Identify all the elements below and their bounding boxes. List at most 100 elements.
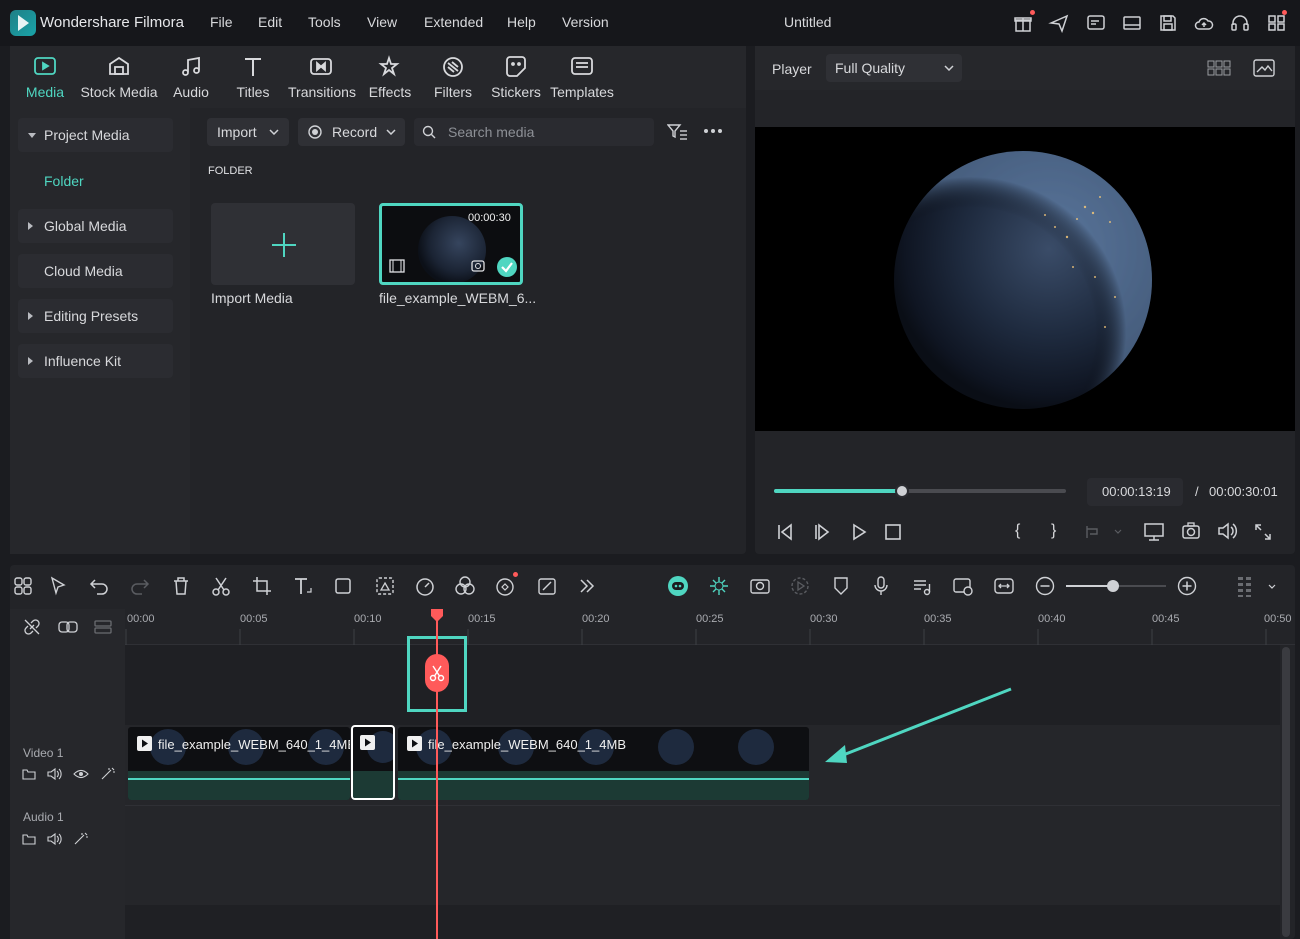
save-icon[interactable] <box>1157 12 1179 34</box>
next-frame-icon[interactable] <box>813 523 831 541</box>
send-icon[interactable] <box>1048 12 1070 34</box>
menu-tools[interactable]: Tools <box>308 14 341 30</box>
menu-extended[interactable]: Extended <box>424 14 483 30</box>
menu-edit[interactable]: Edit <box>258 14 282 30</box>
auto-highlight-icon[interactable] <box>708 575 730 597</box>
ai-audio-icon[interactable] <box>495 575 517 597</box>
layout-icon[interactable] <box>1121 12 1143 34</box>
zoom-in-icon[interactable] <box>1176 575 1198 597</box>
import-button[interactable]: Import <box>207 118 289 146</box>
select-cursor-icon[interactable] <box>48 575 70 597</box>
timeline-scrollbar-thumb[interactable] <box>1282 647 1290 937</box>
crop-icon[interactable] <box>251 575 273 597</box>
link-off-icon[interactable] <box>22 617 42 637</box>
undo-icon[interactable] <box>88 575 110 597</box>
gift-icon[interactable] <box>1012 12 1034 34</box>
playhead-handle[interactable] <box>430 609 444 623</box>
speaker-icon[interactable] <box>47 832 63 846</box>
text-tool-icon[interactable] <box>292 575 314 597</box>
track-manager-icon[interactable] <box>93 618 113 636</box>
speaker-icon[interactable] <box>47 767 63 781</box>
menu-file[interactable]: File <box>210 14 233 30</box>
record-button[interactable]: Record <box>298 118 405 146</box>
menu-view[interactable]: View <box>367 14 397 30</box>
delete-icon[interactable] <box>170 575 192 597</box>
mark-in-icon[interactable]: { <box>1015 522 1020 540</box>
video-clip-selected-segment[interactable] <box>351 725 395 800</box>
smart-camera-icon[interactable] <box>749 575 771 597</box>
playback-progress-track[interactable] <box>774 484 1066 498</box>
video-clip-first[interactable]: file_example_WEBM_640_1_4MB <box>128 727 350 800</box>
tab-transitions[interactable]: Transitions <box>288 54 356 100</box>
sidebar-item-editing-presets[interactable]: Editing Presets <box>18 299 173 333</box>
stop-icon[interactable] <box>885 524 901 540</box>
video-clip-second[interactable]: file_example_WEBM_640_1_4MB <box>398 727 809 800</box>
eye-icon[interactable] <box>73 768 89 780</box>
fit-timeline-icon[interactable] <box>993 575 1015 597</box>
zoom-out-icon[interactable] <box>1034 575 1056 597</box>
display-icon[interactable] <box>1143 522 1165 542</box>
grip-icon[interactable] <box>1234 575 1256 597</box>
image-snapshot-icon[interactable] <box>1253 59 1275 77</box>
tab-stock-media[interactable]: Stock Media <box>78 54 160 100</box>
sidebar-item-folder[interactable]: Folder <box>44 173 84 189</box>
sidebar-item-cloud-media[interactable]: Cloud Media <box>18 254 173 288</box>
magic-wand-icon[interactable] <box>100 767 116 781</box>
tab-titles[interactable]: Titles <box>232 54 274 100</box>
tab-templates[interactable]: Templates <box>550 54 614 100</box>
folder-lock-icon[interactable] <box>22 767 36 781</box>
menu-help[interactable]: Help <box>507 14 536 30</box>
import-media-tile[interactable] <box>211 203 355 285</box>
headset-icon[interactable] <box>1229 12 1251 34</box>
feedback-icon[interactable] <box>1085 12 1107 34</box>
shape-icon[interactable] <box>333 575 355 597</box>
mark-out-icon[interactable]: } <box>1051 522 1056 540</box>
pip-replace-icon[interactable] <box>952 575 974 597</box>
ai-edit-icon[interactable] <box>536 575 558 597</box>
volume-icon[interactable] <box>1217 522 1239 540</box>
sidebar-item-global-media[interactable]: Global Media <box>18 209 173 243</box>
apps-grid-icon[interactable] <box>1266 12 1288 34</box>
media-clip-thumbnail[interactable]: 00:00:30 <box>379 203 523 285</box>
folder-lock-icon[interactable] <box>22 832 36 846</box>
grid-view-icon[interactable] <box>1207 60 1231 76</box>
sidebar-item-project-media[interactable]: Project Media <box>18 118 173 152</box>
magic-wand-icon[interactable] <box>73 832 89 846</box>
scissors-icon[interactable] <box>210 575 232 597</box>
tab-stickers[interactable]: Stickers <box>490 54 542 100</box>
shield-marker-icon[interactable] <box>830 575 852 597</box>
cloud-upload-icon[interactable] <box>1193 12 1215 34</box>
zoom-slider-handle[interactable] <box>1107 580 1119 592</box>
color-icon[interactable] <box>454 575 476 597</box>
quality-select[interactable]: Full Quality <box>826 54 962 82</box>
search-media-field[interactable]: Search media <box>414 118 654 146</box>
link-clips-icon[interactable] <box>57 618 79 636</box>
split-button[interactable] <box>425 654 449 692</box>
more-options-icon[interactable] <box>703 128 723 134</box>
more-tools-icon[interactable] <box>576 575 598 597</box>
zoom-slider-track[interactable] <box>1066 580 1166 592</box>
tab-media[interactable]: Media <box>22 54 68 100</box>
tab-effects[interactable]: Effects <box>368 54 412 100</box>
current-time-field[interactable]: 00:00:13:19 <box>1087 478 1183 506</box>
previous-frame-icon[interactable] <box>776 523 794 541</box>
tab-filters[interactable]: Filters <box>432 54 474 100</box>
sidebar-item-influence-kit[interactable]: Influence Kit <box>18 344 173 378</box>
video-preview[interactable] <box>755 127 1295 431</box>
tab-audio[interactable]: Audio <box>170 54 212 100</box>
chevron-down-icon[interactable] <box>1268 584 1276 589</box>
timeline-scrollbar[interactable] <box>1281 645 1291 939</box>
ai-cutout-icon[interactable] <box>374 575 396 597</box>
fullscreen-icon[interactable] <box>1254 523 1272 541</box>
audio-list-icon[interactable] <box>911 575 933 597</box>
menu-version[interactable]: Version <box>562 14 609 30</box>
playback-scrubber-handle[interactable] <box>895 484 910 498</box>
redo-icon[interactable] <box>129 575 151 597</box>
ai-copilot-icon[interactable] <box>667 575 689 597</box>
layout-grid-icon[interactable] <box>12 575 34 597</box>
play-icon[interactable] <box>850 523 868 541</box>
camera-icon[interactable] <box>1181 522 1201 540</box>
filter-icon[interactable] <box>667 123 689 141</box>
microphone-icon[interactable] <box>870 575 892 597</box>
speed-icon[interactable] <box>414 575 436 597</box>
